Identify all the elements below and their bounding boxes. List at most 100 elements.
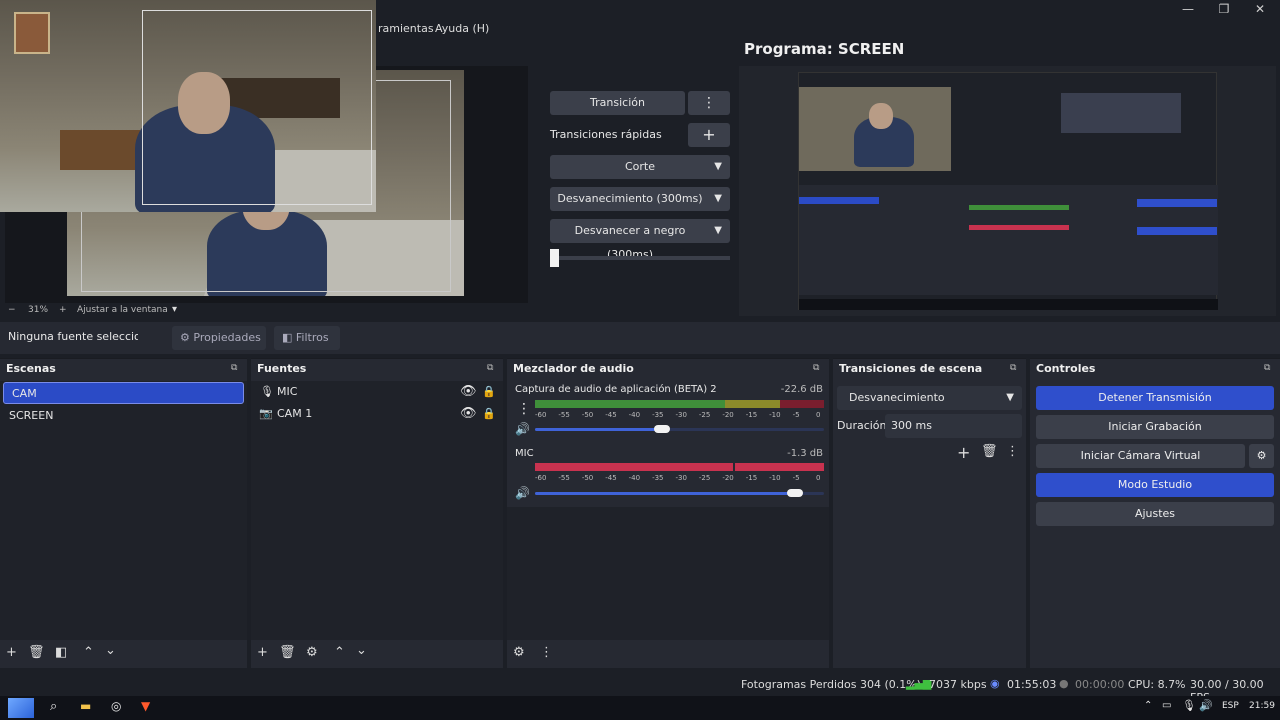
transition-button[interactable]: Transición <box>550 91 685 115</box>
close-button[interactable]: ✕ <box>1242 0 1278 18</box>
meter-tick-label: -40 <box>628 411 641 419</box>
stream-icon: ◉ <box>990 677 1000 690</box>
add-quick-transition-button[interactable]: + <box>688 123 730 147</box>
meter-tick-label: -55 <box>558 411 570 419</box>
mixer-settings-icon[interactable]: ⚙ <box>513 645 525 660</box>
mixer-title: Mezclador de audio <box>507 359 829 379</box>
chevron-down-icon[interactable]: ⌄ <box>105 643 116 658</box>
quick-transition-cut[interactable]: Corte ▼ <box>550 155 730 179</box>
speaker-icon[interactable]: 🔊 <box>515 486 530 500</box>
brave-icon[interactable]: ▼ <box>141 699 150 713</box>
more-icon[interactable]: ⋮ <box>517 401 531 417</box>
meter-tick-label: -35 <box>652 411 664 419</box>
trash-icon[interactable]: 🗑 <box>279 645 296 660</box>
zoom-menu-arrow[interactable]: ▾ <box>172 304 177 315</box>
settings-button[interactable]: Ajustes <box>1036 502 1274 526</box>
lock-icon[interactable]: 🔒 <box>482 403 496 425</box>
meter-tick-label: -5 <box>792 411 800 419</box>
capture-control <box>1137 199 1217 207</box>
chevron-up-icon[interactable]: ⌃ <box>1144 700 1152 711</box>
chevron-up-icon[interactable]: ⌃ <box>83 645 94 660</box>
quick-transition-fade-black[interactable]: Desvanecer a negro (300ms) ▼ <box>550 219 730 261</box>
search-icon[interactable]: ⌕ <box>50 699 57 714</box>
undock-icon[interactable]: ⧉ <box>231 363 241 373</box>
zoom-in-button[interactable]: + <box>59 305 67 315</box>
quick-transition-label: Corte <box>624 160 655 173</box>
meter-scale: -60 -55 -50 -45 -40 -35 -30 -25 -20 -15 -10 -5 0 <box>535 411 824 420</box>
menu-tools[interactable]: ramientas <box>378 18 434 40</box>
eye-icon[interactable]: 👁 <box>460 381 477 403</box>
meter-tick-label: 0 <box>816 474 821 482</box>
meter-tick-label: -15 <box>745 474 758 482</box>
studio-mode-button[interactable]: Modo Estudio <box>1036 473 1274 497</box>
meter-green <box>535 400 725 408</box>
sources-dock: Fuentes ⧉ 🎙 MIC 👁 🔒 📷 CAM 1 👁 🔒 + 🗑 ⚙ ⌃ … <box>251 358 503 668</box>
undock-icon[interactable]: ⧉ <box>1264 363 1274 373</box>
capture-control <box>1137 227 1217 235</box>
record-icon: ● <box>1059 677 1069 690</box>
eye-icon[interactable]: 👁 <box>460 403 477 425</box>
transition-more-button[interactable]: ⋮ <box>688 91 730 115</box>
transition-select[interactable]: Desvanecimiento ▼ <box>837 386 1022 410</box>
transition-slider-handle[interactable] <box>550 249 559 267</box>
gear-icon[interactable]: ⚙ <box>306 645 318 660</box>
gear-icon[interactable]: ⚙ <box>1249 444 1274 468</box>
trash-icon[interactable]: 🗑 <box>981 444 998 459</box>
start-recording-button[interactable]: Iniciar Grabación <box>1036 415 1274 439</box>
obs-icon[interactable]: ◎ <box>111 699 121 713</box>
stop-streaming-button[interactable]: Detener Transmisión <box>1036 386 1274 410</box>
fit-window-button[interactable]: Ajustar a la ventana <box>77 305 168 315</box>
scene-transitions-dock: Transiciones de escena ⧉ Desvanecimiento… <box>833 358 1026 668</box>
meter-tick-label: -60 <box>535 411 547 419</box>
microphone-icon[interactable]: 🎙 <box>1182 699 1196 712</box>
clock[interactable]: 21:59 <box>1249 701 1275 711</box>
scenes-title: Escenas <box>0 359 247 379</box>
source-item-cam1[interactable]: 📷 CAM 1 👁 🔒 <box>251 403 503 425</box>
quick-transition-label: Desvanecimiento (300ms) <box>557 192 703 205</box>
more-icon[interactable]: ⋮ <box>540 645 553 660</box>
scene-item-cam[interactable]: CAM <box>3 382 244 404</box>
meter-tick-label: -40 <box>628 474 641 482</box>
no-source-label: Ninguna fuente seleccionad <box>8 330 138 343</box>
volume-knob[interactable] <box>787 489 804 497</box>
trash-icon[interactable]: 🗑 <box>28 645 45 660</box>
chevron-down-icon[interactable]: ⌄ <box>356 643 367 658</box>
add-icon[interactable]: + <box>957 443 970 462</box>
filters-button[interactable]: ◧ Filtros <box>274 326 340 350</box>
undock-icon[interactable]: ⧉ <box>487 363 497 373</box>
quick-transition-fade[interactable]: Desvanecimiento (300ms) ▼ <box>550 187 730 211</box>
undock-icon[interactable]: ⧉ <box>813 363 823 373</box>
volume-icon[interactable]: 🔊 <box>1199 699 1213 712</box>
transition-slider[interactable] <box>550 256 730 260</box>
windows-start-icon[interactable] <box>8 698 34 718</box>
speaker-icon[interactable]: 🔊 <box>515 422 530 436</box>
volume-slider[interactable] <box>535 425 824 433</box>
minimize-button[interactable]: — <box>1170 0 1206 18</box>
duration-input[interactable]: 300 ms <box>885 414 1022 438</box>
undock-icon[interactable]: ⧉ <box>1010 363 1020 373</box>
scene-item-screen[interactable]: SCREEN <box>1 405 246 427</box>
source-label: CAM 1 <box>277 407 313 420</box>
zoom-out-button[interactable]: − <box>8 305 16 315</box>
more-icon[interactable]: ⋮ <box>1006 444 1019 459</box>
maximize-button[interactable]: ❐ <box>1206 0 1242 18</box>
meter-red <box>780 400 824 408</box>
menu-help[interactable]: Ayuda (H) <box>435 18 489 40</box>
add-icon[interactable]: + <box>6 645 17 660</box>
network-icon[interactable]: ▭ <box>1162 700 1171 711</box>
properties-button[interactable]: ⚙ Propiedades <box>172 326 266 350</box>
properties-bar: Ninguna fuente seleccionad ⚙ Propiedades… <box>0 322 1280 354</box>
file-explorer-icon[interactable]: ▬ <box>80 699 91 713</box>
chevron-up-icon[interactable]: ⌃ <box>334 645 345 660</box>
meter-tick-label: -30 <box>675 411 687 419</box>
volume-slider[interactable] <box>535 489 824 497</box>
audio-mixer-dock: Mezclador de audio ⧉ Captura de audio de… <box>507 358 829 668</box>
volume-knob[interactable] <box>654 425 671 433</box>
add-icon[interactable]: + <box>257 645 268 660</box>
meter-tick-label: -25 <box>698 411 711 419</box>
lock-icon[interactable]: 🔒 <box>482 381 496 403</box>
source-item-mic[interactable]: 🎙 MIC 👁 🔒 <box>251 381 503 403</box>
language[interactable]: ESP <box>1222 701 1239 711</box>
start-virtual-camera-button[interactable]: Iniciar Cámara Virtual <box>1036 444 1245 468</box>
filter-icon[interactable]: ◧ <box>55 645 67 660</box>
